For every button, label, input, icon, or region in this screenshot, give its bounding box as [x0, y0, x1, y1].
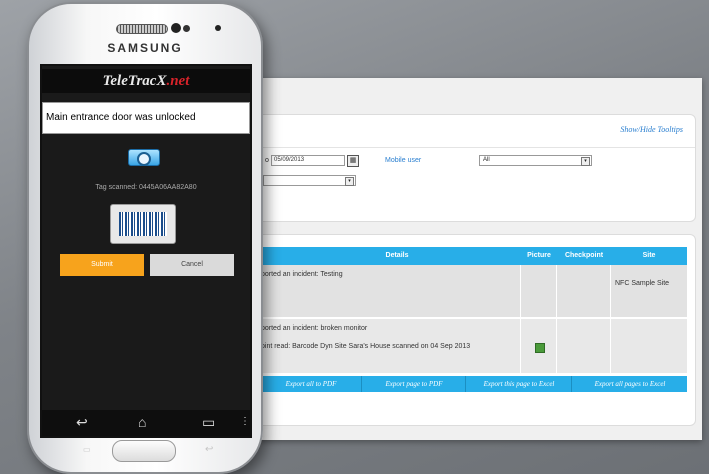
details-cell: ported an incident: Testing [261, 271, 343, 278]
mobile-user-select-value: All [483, 157, 490, 163]
table-header: Details Picture Checkpoint Site [257, 247, 687, 265]
site-cell: NFC Sample Site [615, 280, 670, 287]
incident-message-field[interactable]: Main entrance door was unlocked [42, 102, 250, 134]
table-row[interactable]: ported an incident: Testing NFC Sample S… [257, 265, 687, 317]
dropdown-arrow-icon: ▾ [581, 157, 590, 166]
divider [249, 147, 695, 148]
barcode-icon [119, 212, 167, 236]
hardware-home-button[interactable] [112, 440, 176, 462]
export-toolbar: Export all to PDF Export page to PDF Exp… [257, 376, 687, 392]
brand-logo: SAMSUNG [107, 41, 183, 55]
app-logo: TeleTracX.net [42, 69, 250, 93]
results-panel: Details Picture Checkpoint Site ported a… [248, 234, 696, 426]
back-icon[interactable]: ↩ [76, 414, 88, 431]
android-nav-bar: ↩ ⌂ ▭ ⋮ [42, 410, 250, 436]
samsung-phone: SAMSUNG TeleTracX.net Main entrance door… [27, 2, 263, 474]
mobile-user-select[interactable]: All ▾ [479, 155, 592, 166]
date-to-label: o [265, 157, 269, 164]
show-hide-tooltips-link[interactable]: Show/Hide Tooltips [620, 125, 683, 134]
web-dashboard: Show/Hide Tooltips o 05/09/2013 ▦ Mobile… [240, 78, 702, 440]
app-logo-prefix: TeleTracX [102, 73, 167, 89]
hardware-menu-key-icon[interactable]: ▭ [83, 445, 91, 454]
sensor-icon [183, 25, 190, 32]
export-all-pdf-button[interactable]: Export all to PDF [261, 376, 361, 392]
export-all-excel-button[interactable]: Export all pages to Excel [571, 376, 688, 392]
column-header-details: Details [385, 252, 409, 259]
barcode-scan-button[interactable] [110, 204, 176, 244]
column-header-picture: Picture [527, 252, 551, 259]
submit-button[interactable]: Submit [60, 254, 144, 276]
speaker-grille [116, 24, 168, 34]
tag-scanned-text: Tag scanned: 0445A06AA82A80 [95, 184, 197, 191]
camera-lens [137, 152, 151, 166]
camera-button[interactable] [124, 146, 164, 166]
home-icon[interactable]: ⌂ [138, 414, 146, 430]
mobile-user-label: Mobile user [385, 157, 422, 164]
image-icon[interactable] [535, 343, 545, 353]
overflow-menu-icon[interactable]: ⋮ [240, 416, 250, 427]
phone-screen: TeleTracX.net Main entrance door was unl… [40, 64, 252, 438]
recent-apps-icon[interactable]: ▭ [202, 414, 215, 431]
column-header-checkpoint: Checkpoint [564, 252, 604, 259]
filter-panel: Show/Hide Tooltips o 05/09/2013 ▦ Mobile… [248, 114, 696, 222]
column-header-site: Site [642, 252, 656, 259]
date-to-input[interactable]: 05/09/2013 [271, 155, 345, 166]
export-page-pdf-button[interactable]: Export page to PDF [361, 376, 466, 392]
details-cell-line2: oint read: Barcode Dyn Site Sara's House… [261, 343, 471, 350]
proximity-sensor-icon [215, 25, 221, 31]
table-row[interactable]: ported an incident: broken monitor oint … [257, 319, 687, 373]
export-page-excel-button[interactable]: Export this page to Excel [465, 376, 572, 392]
hardware-back-key-icon[interactable]: ↩ [205, 444, 213, 455]
dropdown-arrow-icon: ▾ [345, 177, 354, 186]
app-logo-suffix: .net [166, 73, 190, 89]
secondary-filter-select[interactable]: ▾ [263, 175, 356, 186]
details-cell: ported an incident: broken monitor [261, 325, 368, 332]
front-camera-icon [171, 23, 181, 33]
cancel-button[interactable]: Cancel [150, 254, 234, 276]
calendar-icon[interactable]: ▦ [347, 155, 359, 167]
